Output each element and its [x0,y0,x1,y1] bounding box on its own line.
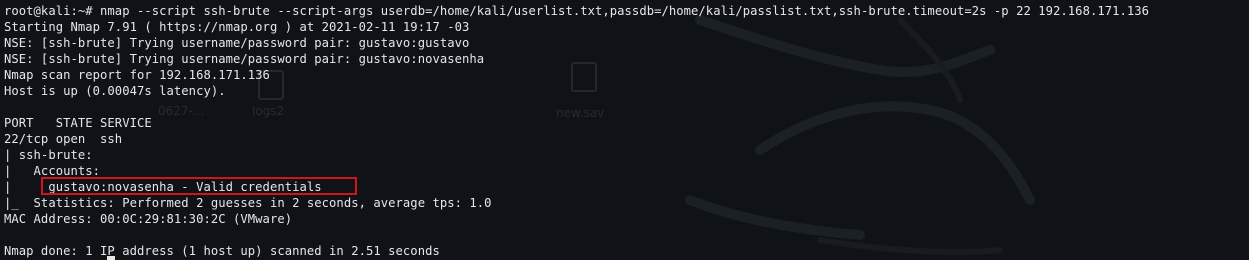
output-line: MAC Address: 00:0C:29:81:30:2C (VMware) [4,212,293,226]
output-line: | Accounts: [4,164,101,178]
output-line: NSE: [ssh-brute] Trying username/passwor… [4,52,485,66]
output-line: PORT STATE SERVICE [4,116,152,130]
command-line: root@kali:~# nmap --script ssh-brute --s… [4,4,1150,18]
output-line: Host is up (0.00047s latency). [4,84,226,98]
output-line: |_ Statistics: Performed 2 guesses in 2 … [4,196,492,210]
output-line: NSE: [ssh-brute] Trying username/passwor… [4,36,470,50]
output-line [4,99,1149,115]
output-line: Nmap done: 1 IP address (1 host up) scan… [4,244,440,258]
terminal-window[interactable]: logs2 new.sav 0627-... root@kali:~# nmap… [0,0,1249,260]
output-line [4,227,1149,243]
valid-credentials-line: | gustavo:novasenha - Valid credentials [4,180,322,194]
output-line: | ssh-brute: [4,148,93,162]
output-line: 22/tcp open ssh [4,132,123,146]
terminal-output: root@kali:~# nmap --script ssh-brute --s… [4,3,1149,259]
terminal-cursor [107,256,115,260]
output-line: Starting Nmap 7.91 ( https://nmap.org ) … [4,20,470,34]
output-line: Nmap scan report for 192.168.171.136 [4,68,270,82]
